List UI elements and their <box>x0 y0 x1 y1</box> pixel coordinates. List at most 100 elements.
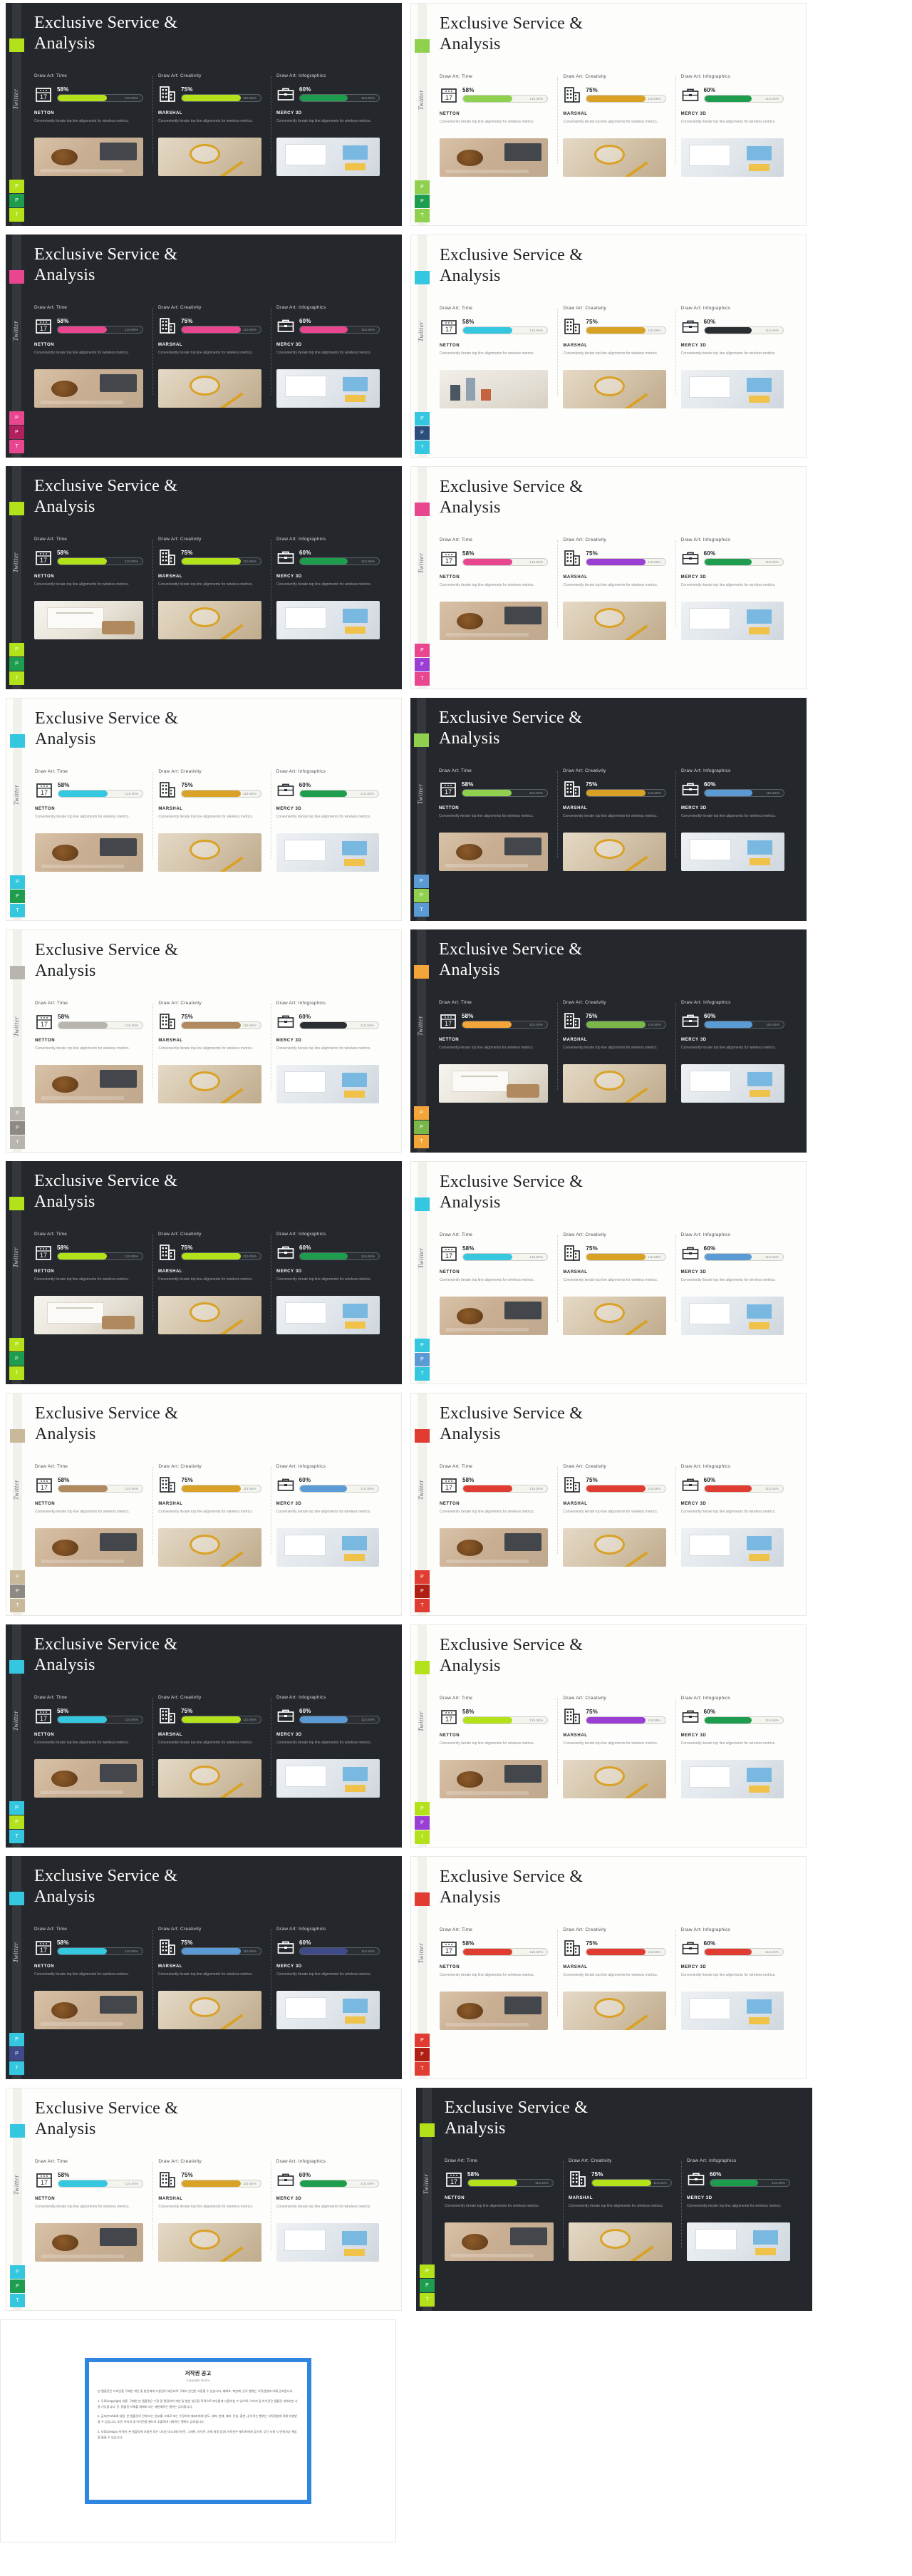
progress-bar[interactable]: 115.55% <box>586 1484 666 1493</box>
progress-bar[interactable]: 115.55% <box>586 1252 666 1261</box>
progress-bar[interactable]: 115.55% <box>181 1947 261 1955</box>
slide-thumbnail-14[interactable]: Twitter P P T Exclusive Service & Analysi… <box>410 1393 807 1616</box>
progress-bar[interactable]: 115.55% <box>462 1947 549 1956</box>
slide-thumbnail-9[interactable]: Twitter P P T Exclusive Service & Analysi… <box>6 929 402 1153</box>
progress-bar[interactable]: 115.55% <box>299 1947 380 1955</box>
progress-bar[interactable]: 115.55% <box>467 2178 554 2187</box>
progress-bar[interactable]: 115.55% <box>181 93 261 102</box>
progress-bar[interactable]: 115.55% <box>586 1947 666 1956</box>
slide-thumbnail-10[interactable]: Twitter P P T Exclusive Service & Analysi… <box>410 929 807 1153</box>
progress-bar[interactable]: 115.55% <box>299 1021 379 1029</box>
progress-bar[interactable]: 115.55% <box>58 1484 144 1493</box>
progress-bar[interactable]: 115.55% <box>181 325 261 334</box>
progress-bar[interactable]: 115.55% <box>462 1716 549 1724</box>
rail-accent-chip[interactable] <box>10 2124 25 2138</box>
slide-thumbnail-2[interactable]: Twitter P P T Exclusive Service & Analysi… <box>410 3 807 226</box>
rail-accent-chip[interactable] <box>415 39 430 53</box>
progress-bar[interactable]: 115.55% <box>299 557 380 565</box>
progress-bar[interactable]: 115.55% <box>703 1947 784 1956</box>
slide-thumbnail-17[interactable]: Twitter P P T Exclusive Service & Analysi… <box>6 1856 402 2079</box>
slide-thumbnail-15[interactable]: Twitter P P T Exclusive Service & Analysi… <box>6 1624 402 1848</box>
progress-bar[interactable]: 115.55% <box>181 1484 261 1493</box>
progress-bar[interactable]: 115.55% <box>57 325 143 334</box>
rail-accent-chip[interactable] <box>9 1197 24 1210</box>
slide-thumbnail-7[interactable]: Twitter P P T Exclusive Service & Analysi… <box>6 698 402 921</box>
progress-bar[interactable]: 115.55% <box>462 94 549 103</box>
progress-bar[interactable]: 115.55% <box>181 557 261 565</box>
progress-bar[interactable]: 115.55% <box>57 1715 143 1724</box>
progress-bar[interactable]: 115.55% <box>299 325 380 334</box>
progress-bar[interactable]: 115.55% <box>703 326 784 334</box>
progress-bar[interactable]: 115.55% <box>181 2179 261 2188</box>
slide-thumbnail-12[interactable]: Twitter P P T Exclusive Service & Analysi… <box>410 1161 807 1384</box>
progress-bar[interactable]: 115.55% <box>57 1252 143 1260</box>
progress-bar[interactable]: 115.55% <box>703 1484 784 1493</box>
progress-bar[interactable]: 115.55% <box>586 1716 666 1724</box>
slide-thumbnail-18[interactable]: Twitter P P T Exclusive Service & Analysi… <box>410 1856 807 2079</box>
rail-accent-chip[interactable] <box>9 270 24 284</box>
progress-bar[interactable]: 115.55% <box>462 326 549 334</box>
progress-bar[interactable]: 115.55% <box>462 1252 549 1261</box>
progress-bar[interactable]: 115.55% <box>181 1715 261 1724</box>
rail-accent-chip[interactable] <box>9 38 24 52</box>
progress-bar[interactable]: 115.55% <box>299 1252 380 1260</box>
slide-thumbnail-19[interactable]: Twitter P P T Exclusive Service & Analysi… <box>6 2088 402 2311</box>
progress-bar[interactable]: 115.55% <box>299 1484 379 1493</box>
progress-bar[interactable]: 115.55% <box>591 2178 672 2187</box>
progress-bar[interactable]: 115.55% <box>704 1020 784 1029</box>
progress-bar[interactable]: 115.55% <box>703 557 784 566</box>
rail-accent-chip[interactable] <box>415 1197 430 1211</box>
slide-thumbnail-1[interactable]: Twitter P P T Exclusive Service & Analysi… <box>416 2088 812 2311</box>
slide-thumbnail-6[interactable]: Twitter P P T Exclusive Service & Analysi… <box>410 466 807 689</box>
rail-accent-chip[interactable] <box>10 1429 25 1443</box>
rail-accent-chip[interactable] <box>414 733 429 747</box>
rail-accent-chip[interactable] <box>415 503 430 516</box>
progress-bar[interactable]: 115.55% <box>586 788 666 797</box>
slide-thumbnail-3[interactable]: Twitter P P T Exclusive Service & Analysi… <box>6 235 402 458</box>
progress-bar[interactable]: 115.55% <box>299 1715 380 1724</box>
rail-accent-chip[interactable] <box>415 1661 430 1674</box>
slide-thumbnail-13[interactable]: Twitter P P T Exclusive Service & Analysi… <box>6 1393 402 1616</box>
rail-accent-chip[interactable] <box>420 2123 435 2137</box>
progress-bar[interactable]: 115.55% <box>710 2178 790 2187</box>
progress-bar[interactable]: 115.55% <box>586 557 666 566</box>
slide-thumbnail-8[interactable]: Twitter P P T Exclusive Service & Analysi… <box>410 698 807 921</box>
progress-bar[interactable]: 115.55% <box>462 557 549 566</box>
progress-bar[interactable]: 115.55% <box>299 789 379 798</box>
rail-accent-chip[interactable] <box>9 1660 24 1674</box>
progress-bar[interactable]: 115.55% <box>704 788 784 797</box>
progress-bar[interactable]: 115.55% <box>586 94 666 103</box>
progress-bar[interactable]: 115.55% <box>703 1716 784 1724</box>
progress-bar[interactable]: 115.55% <box>58 789 144 798</box>
progress-bar[interactable]: 115.55% <box>299 93 380 102</box>
progress-bar[interactable]: 115.55% <box>57 1947 143 1955</box>
progress-bar[interactable]: 115.55% <box>181 1252 261 1260</box>
rail-accent-chip[interactable] <box>9 1892 24 1905</box>
rail-accent-chip[interactable] <box>415 271 430 284</box>
progress-bar[interactable]: 115.55% <box>57 93 143 102</box>
rail-accent-chip[interactable] <box>415 1892 430 1906</box>
progress-bar[interactable]: 115.55% <box>462 1020 548 1029</box>
slide-thumbnail-4[interactable]: Twitter P P T Exclusive Service & Analysi… <box>410 235 807 458</box>
slide-thumbnail-5[interactable]: Twitter P P T Exclusive Service & Analysi… <box>6 466 402 689</box>
progress-bar[interactable]: 115.55% <box>299 2179 379 2188</box>
slide-thumbnail-16[interactable]: Twitter P P T Exclusive Service & Analysi… <box>410 1624 807 1848</box>
rail-accent-chip[interactable] <box>9 502 24 515</box>
rail-accent-chip[interactable] <box>10 734 25 748</box>
rail-accent-chip[interactable] <box>414 965 429 979</box>
progress-bar[interactable]: 115.55% <box>58 2179 144 2188</box>
progress-bar[interactable]: 115.55% <box>703 1252 784 1261</box>
progress-bar[interactable]: 115.55% <box>58 1021 144 1029</box>
progress-bar[interactable]: 115.55% <box>57 557 143 565</box>
rail-accent-chip[interactable] <box>415 1429 430 1443</box>
copyright-slide[interactable]: 저작권 공고 Copyright Notice 본 템플릿은 디자인을 구매한 … <box>0 2319 396 2542</box>
progress-bar[interactable]: 115.55% <box>462 788 548 797</box>
rail-accent-chip[interactable] <box>10 966 25 979</box>
progress-bar[interactable]: 115.55% <box>462 1484 549 1493</box>
progress-bar[interactable]: 115.55% <box>586 326 666 334</box>
progress-bar[interactable]: 115.55% <box>703 94 784 103</box>
slide-thumbnail-1[interactable]: Twitter P P T Exclusive Service & Analysi… <box>6 3 402 226</box>
progress-bar[interactable]: 115.55% <box>181 789 261 798</box>
progress-bar[interactable]: 115.55% <box>586 1020 666 1029</box>
progress-bar[interactable]: 115.55% <box>181 1021 261 1029</box>
